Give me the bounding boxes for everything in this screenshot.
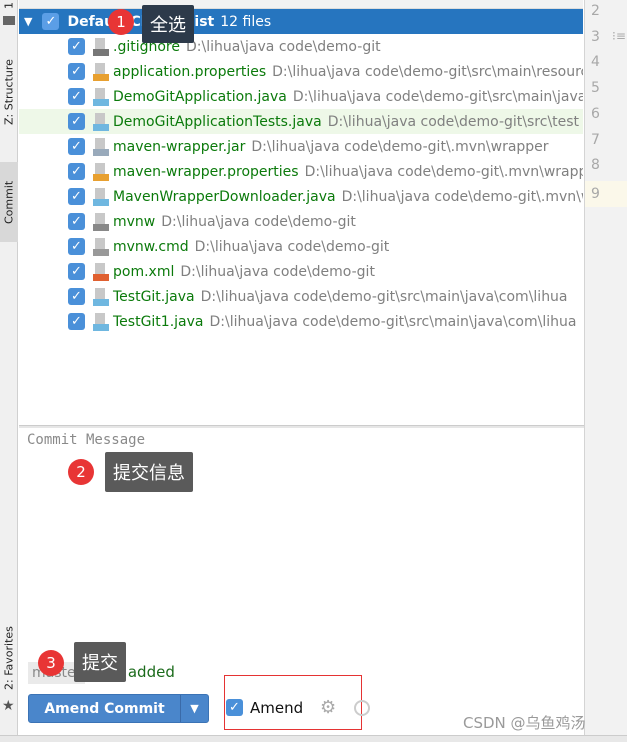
file-name: pom.xml: [113, 263, 175, 280]
amend-commit-button[interactable]: Amend Commit ▼: [28, 694, 209, 723]
java-file-icon: [93, 187, 109, 206]
file-row[interactable]: ✓ MavenWrapperDownloader.java D:\lihua\j…: [19, 184, 583, 209]
file-checkbox[interactable]: ✓: [68, 63, 85, 80]
history-icon[interactable]: [354, 700, 370, 716]
file-row[interactable]: ✓ mvnw D:\lihua\java code\demo-git: [19, 209, 583, 234]
annotation-tooltip: 提交信息: [105, 452, 193, 492]
file-name: DemoGitApplicationTests.java: [113, 113, 322, 130]
file-name: MavenWrapperDownloader.java: [113, 188, 336, 205]
annotation-badge: 2: [68, 459, 94, 485]
file-checkbox[interactable]: ✓: [68, 163, 85, 180]
file-row[interactable]: ✓ TestGit1.java D:\lihua\java code\demo-…: [19, 309, 583, 334]
watermark: CSDN @乌鱼鸡汤: [463, 714, 586, 732]
tab-structure[interactable]: Z: Structure: [0, 52, 18, 132]
changes-tree[interactable]: ▼ ✓ Default Changelist 12 files ✓ .gitig…: [19, 0, 583, 425]
file-name: TestGit.java: [113, 288, 195, 305]
file-path: D:\lihua\java code\demo-git\.mvn\wrapper: [341, 188, 583, 205]
line-number: 8: [591, 157, 600, 174]
file-path: D:\lihua\java code\demo-git\src\main\jav…: [200, 288, 568, 305]
file-checkbox[interactable]: ✓: [68, 238, 85, 255]
file-path: D:\lihua\java code\demo-git: [186, 38, 381, 55]
gear-icon[interactable]: ⚙: [320, 697, 336, 718]
file-path: D:\lihua\java code\demo-git: [161, 213, 356, 230]
properties-file-icon: [93, 162, 109, 181]
file-row[interactable]: ✓ DemoGitApplicationTests.java D:\lihua\…: [19, 109, 583, 134]
commit-message-input[interactable]: Commit Message: [27, 432, 145, 448]
file-path: D:\lihua\java code\demo-git\src\test: [327, 113, 580, 130]
file-path: D:\lihua\java code\demo-git\.mvn\wrapper: [304, 163, 583, 180]
file-path: D:\lihua\java code\demo-git: [180, 263, 375, 280]
xml-file-icon: [93, 262, 109, 281]
fold-icon: ⁝≡: [612, 29, 626, 43]
java-file-icon: [93, 87, 109, 106]
file-checkbox[interactable]: ✓: [68, 138, 85, 155]
annotation-tooltip: 全选: [142, 5, 194, 43]
file-name: DemoGitApplication.java: [113, 88, 287, 105]
changelist-header[interactable]: ▼ ✓ Default Changelist 12 files: [19, 9, 583, 34]
file-checkbox[interactable]: ✓: [68, 113, 85, 130]
file-path: D:\lihua\java code\demo-git\.mvn\wrapper: [251, 138, 549, 155]
star-icon: ★: [2, 698, 15, 714]
file-row[interactable]: ✓ application.properties D:\lihua\java c…: [19, 59, 583, 84]
file-row[interactable]: ✓ mvnw.cmd D:\lihua\java code\demo-git: [19, 234, 583, 259]
line-number: 2: [591, 3, 600, 19]
amend-commit-label[interactable]: Amend Commit: [29, 695, 181, 722]
select-all-checkbox[interactable]: ✓: [42, 13, 60, 30]
expand-arrow-icon[interactable]: ▼: [24, 15, 32, 28]
annotation-tooltip: 提交: [74, 642, 126, 682]
file-row[interactable]: ✓ .gitignore D:\lihua\java code\demo-git: [19, 34, 583, 59]
file-name: maven-wrapper.properties: [113, 163, 299, 180]
amend-label: Amend: [250, 699, 304, 717]
line-number: 9: [585, 181, 627, 207]
file-checkbox[interactable]: ✓: [68, 263, 85, 280]
file-checkbox[interactable]: ✓: [68, 188, 85, 205]
amend-checkbox[interactable]: ✓: [226, 699, 243, 716]
tab-favorites[interactable]: 2: Favorites: [0, 622, 18, 694]
tab-commit[interactable]: Commit: [0, 162, 18, 242]
file-name: mvnw: [113, 213, 156, 230]
file-path: D:\lihua\java code\demo-git\src\main\jav…: [209, 313, 577, 330]
java-file-icon: [93, 112, 109, 131]
status-bar: [0, 735, 627, 742]
java-file-icon: [93, 312, 109, 331]
file-row[interactable]: ✓ maven-wrapper.jar D:\lihua\java code\d…: [19, 134, 583, 159]
annotation-badge: 3: [38, 650, 64, 676]
editor-gutter: 2 3 4 5 6 7 8 9 ⁝≡: [584, 0, 627, 735]
file-path: D:\lihua\java code\demo-git: [194, 238, 390, 255]
java-file-icon: [93, 287, 109, 306]
file-row[interactable]: ✓ DemoGitApplication.java D:\lihua\java …: [19, 84, 583, 109]
file-checkbox[interactable]: ✓: [68, 288, 85, 305]
folder-icon: [3, 16, 15, 25]
line-number: 7: [591, 131, 600, 148]
file-path: D:\lihua\java code\demo-git\src\main\jav…: [292, 88, 583, 105]
file-checkbox[interactable]: ✓: [68, 38, 85, 55]
file-count: 12 files: [220, 13, 272, 30]
line-number: 5: [591, 80, 600, 97]
dropdown-arrow-icon[interactable]: ▼: [181, 702, 208, 715]
splitter[interactable]: [19, 425, 584, 428]
line-number: 4: [591, 54, 600, 71]
annotation-badge: 1: [108, 9, 134, 35]
file-row[interactable]: ✓ pom.xml D:\lihua\java code\demo-git: [19, 259, 583, 284]
file-name: mvnw.cmd: [113, 238, 189, 255]
file-row[interactable]: ✓ maven-wrapper.properties D:\lihua\java…: [19, 159, 583, 184]
file-name: TestGit1.java: [113, 313, 204, 330]
file-checkbox[interactable]: ✓: [68, 213, 85, 230]
file-checkbox[interactable]: ✓: [68, 88, 85, 105]
shell-file-icon: [93, 212, 109, 231]
tab-project[interactable]: 1: [0, 0, 18, 12]
properties-file-icon: [93, 62, 109, 81]
jar-file-icon: [93, 137, 109, 156]
tool-window-strip: 1 Z: Structure Commit 2: Favorites ★: [0, 0, 18, 742]
text-file-icon: [93, 237, 109, 256]
file-path: D:\lihua\java code\demo-git\src\main\res…: [272, 63, 583, 80]
file-name: application.properties: [113, 63, 267, 80]
ignore-file-icon: [93, 37, 109, 56]
file-row[interactable]: ✓ TestGit.java D:\lihua\java code\demo-g…: [19, 284, 583, 309]
line-number: 3: [591, 28, 600, 45]
file-checkbox[interactable]: ✓: [68, 313, 85, 330]
file-name: maven-wrapper.jar: [113, 138, 246, 155]
line-number: 6: [591, 105, 600, 122]
